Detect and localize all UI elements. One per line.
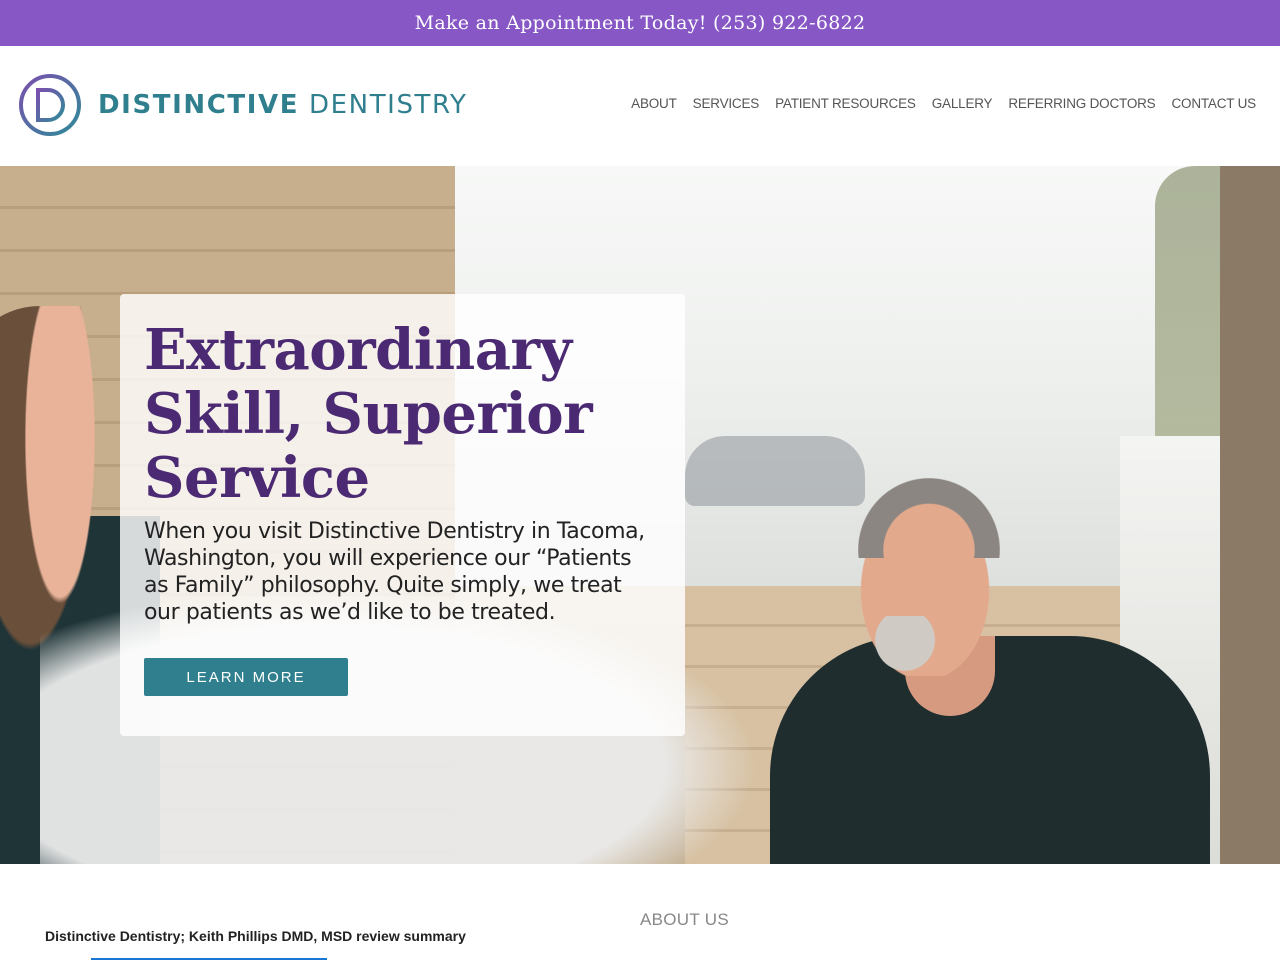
appointment-banner-text[interactable]: Make an Appointment Today! (253) 922-682… (415, 12, 866, 34)
nav-referring-doctors[interactable]: REFERRING DOCTORS (1008, 96, 1155, 111)
main-nav: ABOUT SERVICES PATIENT RESOURCES GALLERY… (631, 96, 1256, 111)
tooth-d-logo-icon (19, 74, 81, 136)
hero-card: Extraordinary Skill, Superior Service Wh… (120, 294, 685, 736)
nav-patient-resources[interactable]: PATIENT RESOURCES (775, 96, 916, 111)
hero-title: Extraordinary Skill, Superior Service (144, 318, 661, 510)
logo-word-bold: DISTINCTIVE (98, 90, 300, 120)
site-header: DISTINCTIVE DENTISTRY ABOUT SERVICES PAT… (0, 46, 1280, 166)
learn-more-button[interactable]: LEARN MORE (144, 658, 348, 696)
about-us-heading: ABOUT US (640, 910, 729, 929)
nav-services[interactable]: SERVICES (693, 96, 760, 111)
nav-contact-us[interactable]: CONTACT US (1171, 96, 1256, 111)
hero-section: Extraordinary Skill, Superior Service Wh… (0, 166, 1280, 864)
nav-gallery[interactable]: GALLERY (932, 96, 993, 111)
appointment-banner[interactable]: Make an Appointment Today! (253) 922-682… (0, 0, 1280, 46)
logo-wordmark: DISTINCTIVE DENTISTRY (98, 90, 468, 120)
hero-title-line: Service (144, 445, 370, 511)
nav-about[interactable]: ABOUT (631, 96, 677, 111)
hero-title-line: Extraordinary (144, 317, 572, 383)
review-summary-title: Distinctive Dentistry; Keith Phillips DM… (45, 928, 466, 944)
hero-title-line: Skill, Superior (144, 381, 593, 447)
review-summary-widget: Distinctive Dentistry; Keith Phillips DM… (25, 908, 615, 960)
site-logo[interactable]: DISTINCTIVE DENTISTRY (18, 72, 468, 138)
logo-word-light: DENTISTRY (309, 90, 468, 120)
hero-description: When you visit Distinctive Dentistry in … (144, 519, 645, 625)
